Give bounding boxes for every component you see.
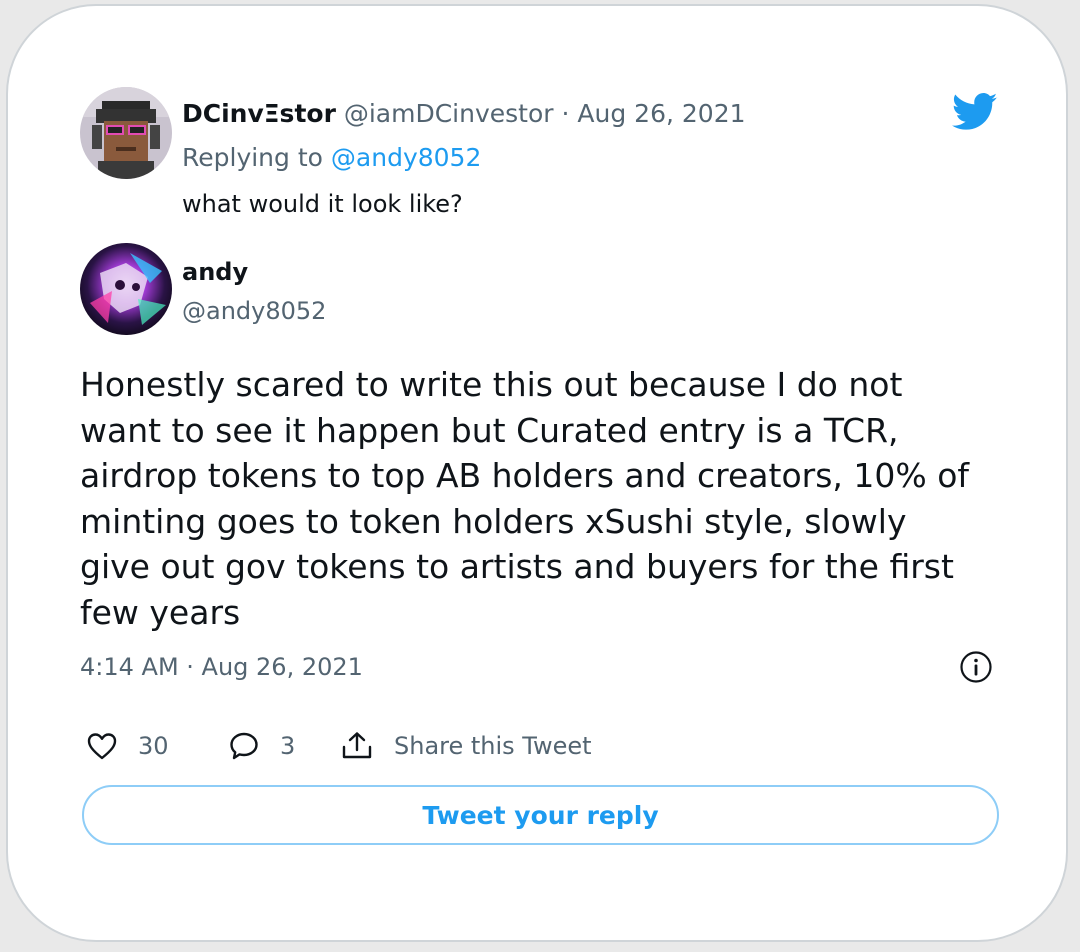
info-icon[interactable] <box>959 650 993 684</box>
parent-date[interactable]: Aug 26, 2021 <box>577 99 745 128</box>
like-count: 30 <box>138 732 169 760</box>
pixel-avatar-icon <box>80 87 172 179</box>
parent-header: DCinvΞstor @iamDCinvestor · Aug 26, 2021 <box>182 97 746 131</box>
reply-count: 3 <box>280 732 296 760</box>
share-button[interactable]: Share this Tweet <box>340 728 592 764</box>
share-label: Share this Tweet <box>394 732 592 760</box>
tweet-your-reply-button[interactable]: Tweet your reply <box>82 785 999 845</box>
tweet-text: Honestly scared to write this out becaus… <box>80 365 970 632</box>
share-upload-icon <box>342 732 372 759</box>
parent-tweet-text: what would it look like? <box>182 190 463 218</box>
author-display-name[interactable]: andy <box>182 255 248 289</box>
tweet-timestamp[interactable]: 4:14 AM · Aug 26, 2021 <box>80 650 363 684</box>
abstract-avatar-icon <box>80 243 172 335</box>
replying-to-label: Replying to <box>182 143 323 172</box>
author-avatar[interactable] <box>80 243 172 335</box>
twitter-bird-icon[interactable] <box>952 92 998 132</box>
heart-icon <box>87 733 117 760</box>
like-button[interactable]: 30 <box>86 728 169 764</box>
replying-to-handle[interactable]: @andy8052 <box>331 143 481 172</box>
parent-avatar[interactable] <box>80 87 172 179</box>
separator-dot: · <box>561 99 570 128</box>
replying-to: Replying to @andy8052 <box>182 141 481 175</box>
parent-handle[interactable]: @iamDCinvestor <box>344 99 554 128</box>
comment-bubble-icon <box>230 732 258 760</box>
parent-display-name[interactable]: DCinvΞstor <box>182 99 336 128</box>
author-handle[interactable]: @andy8052 <box>182 294 326 328</box>
reply-count-button[interactable]: 3 <box>228 728 295 764</box>
